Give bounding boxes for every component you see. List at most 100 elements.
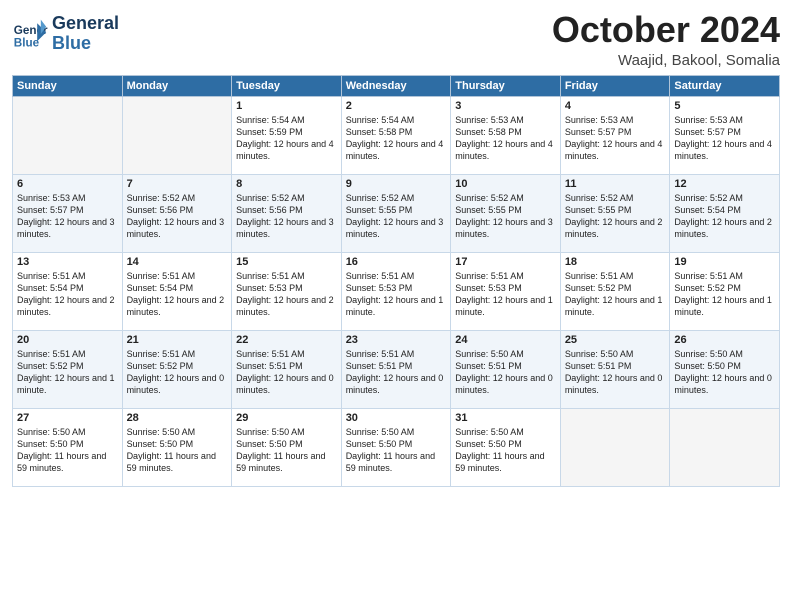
day-number: 24 — [455, 334, 556, 346]
calendar-day-cell: 20 Sunrise: 5:51 AMSunset: 5:52 PMDayligh… — [13, 330, 123, 408]
day-detail: Sunrise: 5:51 AMSunset: 5:52 PMDaylight:… — [127, 348, 228, 397]
svg-text:Blue: Blue — [14, 36, 40, 49]
day-detail: Sunrise: 5:52 AMSunset: 5:55 PMDaylight:… — [346, 192, 447, 241]
day-detail: Sunrise: 5:51 AMSunset: 5:53 PMDaylight:… — [346, 270, 447, 319]
calendar-day-cell — [670, 408, 780, 486]
day-detail: Sunrise: 5:51 AMSunset: 5:52 PMDaylight:… — [17, 348, 118, 397]
calendar-day-cell: 27 Sunrise: 5:50 AMSunset: 5:50 PMDayligh… — [13, 408, 123, 486]
day-detail: Sunrise: 5:52 AMSunset: 5:54 PMDaylight:… — [674, 192, 775, 241]
day-detail: Sunrise: 5:51 AMSunset: 5:52 PMDaylight:… — [565, 270, 666, 319]
calendar-day-cell: 4Sunrise: 5:53 AMSunset: 5:57 PMDaylight… — [560, 96, 670, 174]
day-detail: Sunrise: 5:50 AMSunset: 5:50 PMDaylight:… — [674, 348, 775, 397]
location-title: Waajid, Bakool, Somalia — [552, 52, 780, 69]
calendar-day-cell: 25Sunrise: 5:50 AMSunset: 5:51 PMDayligh… — [560, 330, 670, 408]
day-detail: Sunrise: 5:50 AMSunset: 5:50 PMDaylight:… — [236, 426, 337, 475]
page-container: General Blue General Blue October 2024 W… — [0, 0, 792, 495]
day-number: 21 — [127, 334, 228, 346]
day-detail: Sunrise: 5:51 AMSunset: 5:51 PMDaylight:… — [346, 348, 447, 397]
day-detail: Sunrise: 5:54 AMSunset: 5:58 PMDaylight:… — [346, 114, 447, 163]
day-detail: Sunrise: 5:51 AMSunset: 5:52 PMDaylight:… — [674, 270, 775, 319]
day-number: 15 — [236, 256, 337, 268]
day-number: 14 — [127, 256, 228, 268]
weekday-header: Saturday — [670, 75, 780, 96]
header-row: General Blue General Blue October 2024 W… — [12, 10, 780, 69]
calendar-day-cell: 18 Sunrise: 5:51 AMSunset: 5:52 PMDayligh… — [560, 252, 670, 330]
day-number: 3 — [455, 100, 556, 112]
day-number: 18 — [565, 256, 666, 268]
day-detail: Sunrise: 5:52 AMSunset: 5:55 PMDaylight:… — [455, 192, 556, 241]
calendar-day-cell: 21 Sunrise: 5:51 AMSunset: 5:52 PMDayligh… — [122, 330, 232, 408]
calendar-day-cell: 6 Sunrise: 5:53 AMSunset: 5:57 PMDaylight… — [13, 174, 123, 252]
day-detail: Sunrise: 5:51 AMSunset: 5:53 PMDaylight:… — [236, 270, 337, 319]
calendar-day-cell: 9 Sunrise: 5:52 AMSunset: 5:55 PMDaylight… — [341, 174, 451, 252]
day-detail: Sunrise: 5:52 AMSunset: 5:56 PMDaylight:… — [236, 192, 337, 241]
day-number: 30 — [346, 412, 447, 424]
calendar-day-cell: 17 Sunrise: 5:51 AMSunset: 5:53 PMDayligh… — [451, 252, 561, 330]
day-number: 27 — [17, 412, 118, 424]
calendar-day-cell — [13, 96, 123, 174]
day-number: 16 — [346, 256, 447, 268]
weekday-header: Tuesday — [232, 75, 342, 96]
day-detail: Sunrise: 5:50 AMSunset: 5:51 PMDaylight:… — [565, 348, 666, 397]
calendar-day-cell: 11Sunrise: 5:52 AMSunset: 5:55 PMDayligh… — [560, 174, 670, 252]
day-detail: Sunrise: 5:53 AMSunset: 5:57 PMDaylight:… — [674, 114, 775, 163]
day-number: 12 — [674, 178, 775, 190]
day-detail: Sunrise: 5:51 AMSunset: 5:53 PMDaylight:… — [455, 270, 556, 319]
day-number: 6 — [17, 178, 118, 190]
day-detail: Sunrise: 5:50 AMSunset: 5:50 PMDaylight:… — [127, 426, 228, 475]
month-title: October 2024 — [552, 10, 780, 50]
day-number: 23 — [346, 334, 447, 346]
calendar-day-cell: 30Sunrise: 5:50 AMSunset: 5:50 PMDayligh… — [341, 408, 451, 486]
day-number: 29 — [236, 412, 337, 424]
calendar-table: SundayMondayTuesdayWednesdayThursdayFrid… — [12, 75, 780, 487]
calendar-day-cell: 13 Sunrise: 5:51 AMSunset: 5:54 PMDayligh… — [13, 252, 123, 330]
day-detail: Sunrise: 5:52 AMSunset: 5:56 PMDaylight:… — [127, 192, 228, 241]
calendar-day-cell: 1Sunrise: 5:54 AMSunset: 5:59 PMDaylight… — [232, 96, 342, 174]
logo-text-blue: Blue — [52, 34, 119, 54]
day-detail: Sunrise: 5:50 AMSunset: 5:51 PMDaylight:… — [455, 348, 556, 397]
day-number: 20 — [17, 334, 118, 346]
calendar-week-row: 1Sunrise: 5:54 AMSunset: 5:59 PMDaylight… — [13, 96, 780, 174]
day-detail: Sunrise: 5:54 AMSunset: 5:59 PMDaylight:… — [236, 114, 337, 163]
day-detail: Sunrise: 5:50 AMSunset: 5:50 PMDaylight:… — [17, 426, 118, 475]
calendar-day-cell: 23 Sunrise: 5:51 AMSunset: 5:51 PMDayligh… — [341, 330, 451, 408]
day-number: 9 — [346, 178, 447, 190]
logo-icon: General Blue — [12, 16, 48, 52]
logo-text-general: General — [52, 14, 119, 34]
day-detail: Sunrise: 5:51 AMSunset: 5:54 PMDaylight:… — [17, 270, 118, 319]
day-detail: Sunrise: 5:51 AMSunset: 5:51 PMDaylight:… — [236, 348, 337, 397]
day-number: 10 — [455, 178, 556, 190]
weekday-header: Monday — [122, 75, 232, 96]
calendar-day-cell — [122, 96, 232, 174]
calendar-day-cell: 10 Sunrise: 5:52 AMSunset: 5:55 PMDayligh… — [451, 174, 561, 252]
day-number: 2 — [346, 100, 447, 112]
title-block: October 2024 Waajid, Bakool, Somalia — [552, 10, 780, 69]
weekday-header: Friday — [560, 75, 670, 96]
weekday-header: Thursday — [451, 75, 561, 96]
calendar-day-cell: 14Sunrise: 5:51 AMSunset: 5:54 PMDayligh… — [122, 252, 232, 330]
day-number: 26 — [674, 334, 775, 346]
day-number: 17 — [455, 256, 556, 268]
calendar-week-row: 13 Sunrise: 5:51 AMSunset: 5:54 PMDayligh… — [13, 252, 780, 330]
day-number: 28 — [127, 412, 228, 424]
day-detail: Sunrise: 5:53 AMSunset: 5:57 PMDaylight:… — [17, 192, 118, 241]
weekday-header: Wednesday — [341, 75, 451, 96]
calendar-header-row: SundayMondayTuesdayWednesdayThursdayFrid… — [13, 75, 780, 96]
calendar-day-cell: 7Sunrise: 5:52 AMSunset: 5:56 PMDaylight… — [122, 174, 232, 252]
calendar-week-row: 27 Sunrise: 5:50 AMSunset: 5:50 PMDayligh… — [13, 408, 780, 486]
calendar-day-cell: 15 Sunrise: 5:51 AMSunset: 5:53 PMDayligh… — [232, 252, 342, 330]
calendar-day-cell: 3Sunrise: 5:53 AMSunset: 5:58 PMDaylight… — [451, 96, 561, 174]
calendar-day-cell: 28 Sunrise: 5:50 AMSunset: 5:50 PMDayligh… — [122, 408, 232, 486]
calendar-day-cell: 26 Sunrise: 5:50 AMSunset: 5:50 PMDayligh… — [670, 330, 780, 408]
day-number: 31 — [455, 412, 556, 424]
calendar-day-cell: 29 Sunrise: 5:50 AMSunset: 5:50 PMDayligh… — [232, 408, 342, 486]
day-number: 13 — [17, 256, 118, 268]
calendar-day-cell: 19 Sunrise: 5:51 AMSunset: 5:52 PMDayligh… — [670, 252, 780, 330]
day-number: 4 — [565, 100, 666, 112]
calendar-day-cell: 5Sunrise: 5:53 AMSunset: 5:57 PMDaylight… — [670, 96, 780, 174]
calendar-day-cell: 12 Sunrise: 5:52 AMSunset: 5:54 PMDayligh… — [670, 174, 780, 252]
day-detail: Sunrise: 5:52 AMSunset: 5:55 PMDaylight:… — [565, 192, 666, 241]
day-number: 19 — [674, 256, 775, 268]
calendar-day-cell: 24 Sunrise: 5:50 AMSunset: 5:51 PMDayligh… — [451, 330, 561, 408]
calendar-day-cell: 31Sunrise: 5:50 AMSunset: 5:50 PMDayligh… — [451, 408, 561, 486]
